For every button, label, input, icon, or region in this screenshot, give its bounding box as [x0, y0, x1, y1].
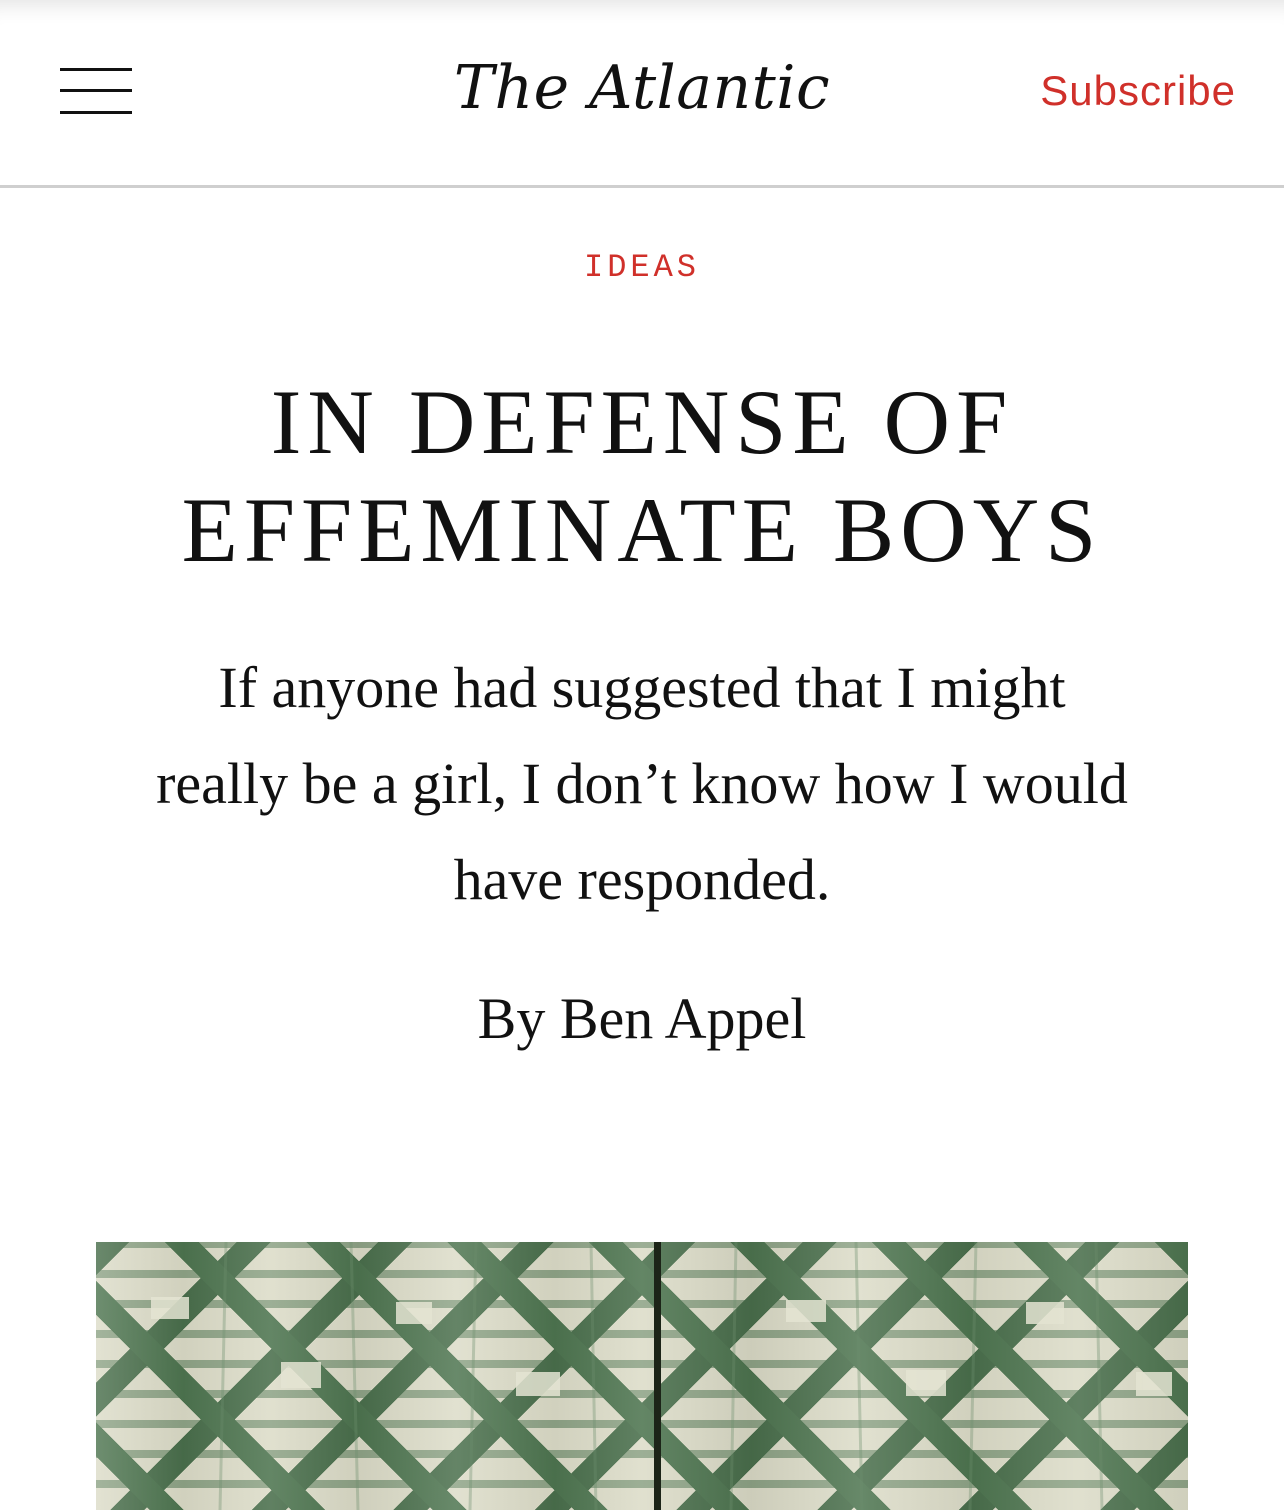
byline: By Ben Appel — [0, 984, 1284, 1054]
hero-image — [96, 1242, 1188, 1510]
author-link[interactable]: Ben Appel — [560, 986, 806, 1051]
article-dek: If anyone had suggested that I might rea… — [156, 655, 1128, 912]
curtain-pattern — [151, 1242, 1172, 1510]
hamburger-menu-icon[interactable] — [60, 66, 132, 116]
site-header: The Atlantic Subscribe — [0, 0, 1284, 186]
byline-prefix: By — [477, 986, 546, 1051]
header-divider — [0, 185, 1284, 188]
section-label[interactable]: IDEAS — [0, 248, 1284, 288]
subscribe-link[interactable]: Subscribe — [1040, 66, 1236, 116]
article-headline: IN DEFENSE OF EFFEMINATE BOYS — [181, 371, 1103, 581]
site-logo[interactable]: The Atlantic — [392, 50, 892, 126]
